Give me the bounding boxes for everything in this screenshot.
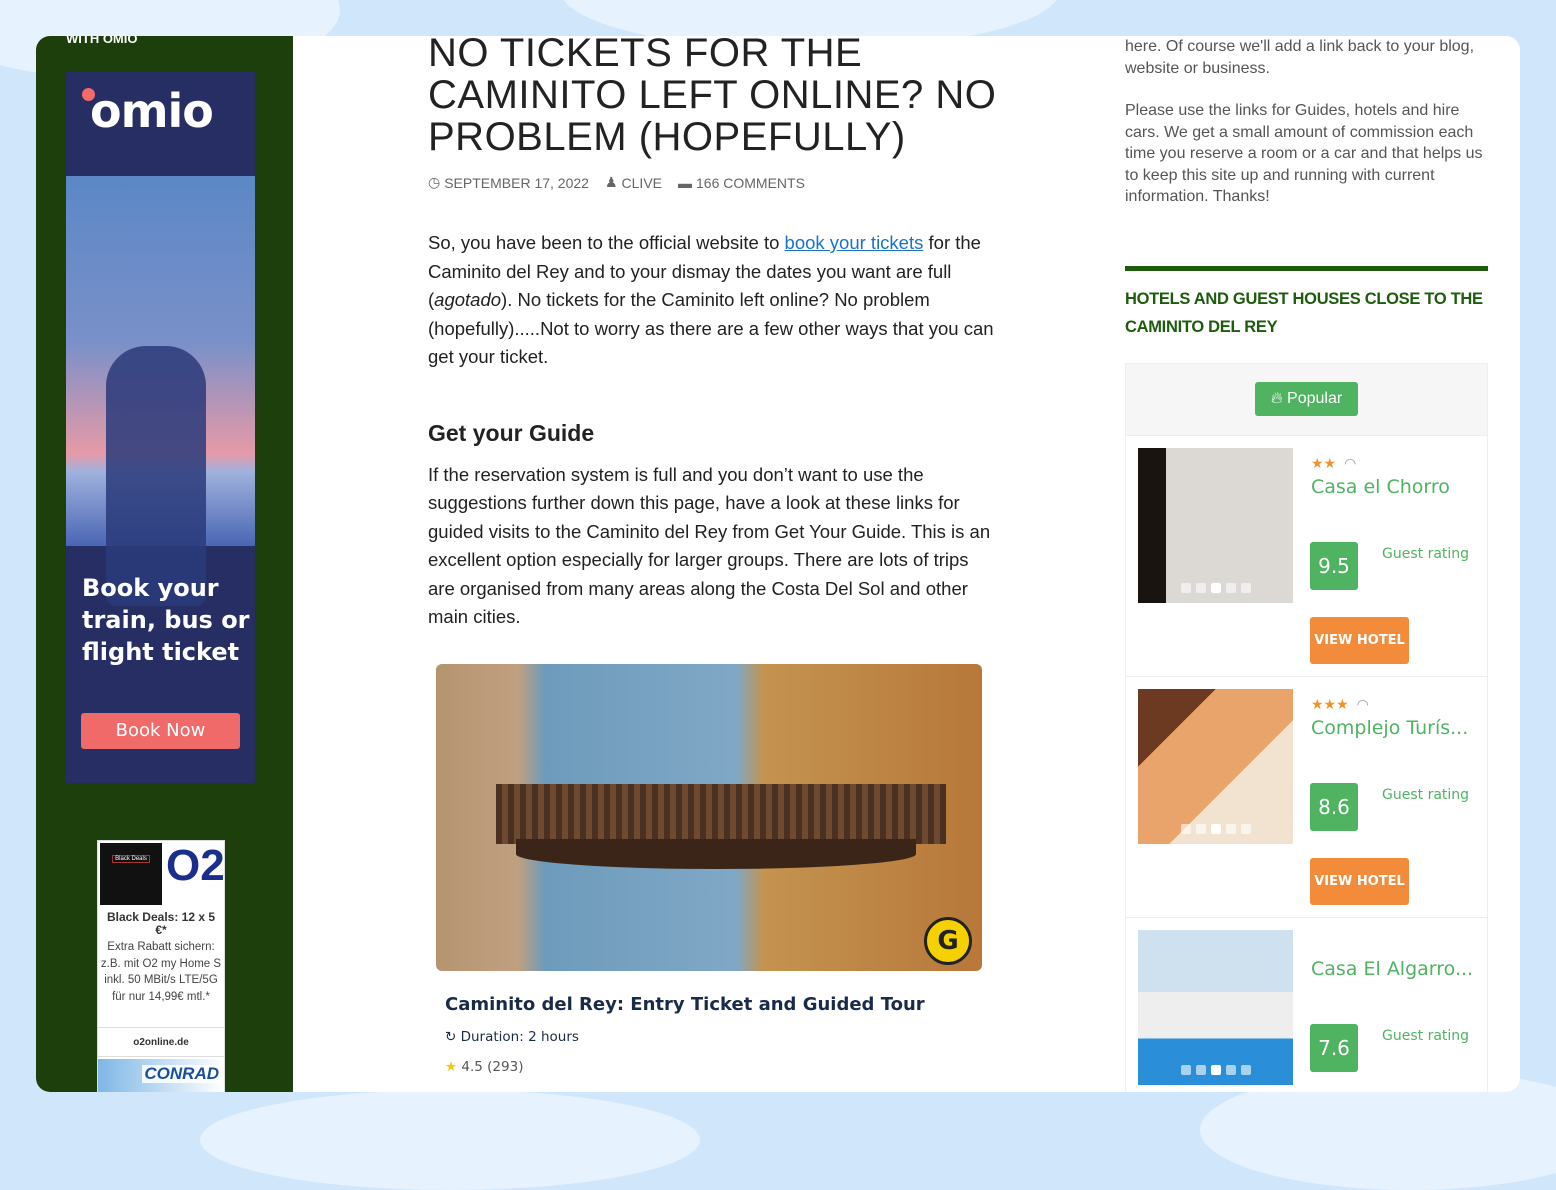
sidebar-text: Please use the links for Guides, hotels … — [1125, 102, 1483, 205]
black-deals-badge: Black Deals — [112, 855, 150, 863]
omio-ad-text: Book your train, bus or flight ticket — [82, 574, 250, 666]
guest-rating-label: Guest rating — [1382, 786, 1470, 803]
o2-ad[interactable]: Black Deals O2 Black Deals: 12 x 5 €* Ex… — [97, 840, 225, 1092]
next-ad-image[interactable]: CONRAD — [98, 1059, 224, 1092]
getyourguide-badge: G — [924, 917, 972, 965]
hotel-item: ★★★ ◠ Complejo Turís... 8.6 Guest rating … — [1126, 677, 1487, 918]
carousel-dots[interactable] — [1138, 1064, 1293, 1075]
hotel-item: Casa El Algarro... 7.6 Guest rating — [1126, 918, 1487, 1093]
left-sidebar: WITH OMIO omio Book your train, bus or f… — [36, 36, 293, 1092]
hotel-item: ★★ ◠ Casa el Chorro 9.5 Guest rating VIEW… — [1126, 436, 1487, 677]
comment-icon: ▬ — [678, 174, 692, 191]
post-comments[interactable]: 166 COMMENTS — [696, 175, 805, 191]
book-now-button[interactable]: Book Now — [81, 713, 240, 749]
wifi-icon: ◠ — [1356, 696, 1369, 713]
hotel-image[interactable] — [1138, 688, 1293, 844]
star-icon: ★ — [445, 1059, 462, 1075]
o2-logo: O2 — [166, 841, 225, 890]
post-date[interactable]: SEPTEMBER 17, 2022 — [444, 175, 589, 191]
duration-text: Duration: 2 hours — [460, 1029, 579, 1045]
flame-icon: 🔥︎ — [1270, 390, 1288, 407]
tour-image[interactable]: G — [436, 664, 982, 971]
book-tickets-link[interactable]: book your tickets — [785, 232, 924, 253]
hotel-name[interactable]: Casa El Algarro... — [1311, 958, 1473, 980]
tour-rating: ★ 4.5 (293) — [445, 1059, 523, 1075]
hotel-name[interactable]: Casa el Chorro — [1311, 476, 1450, 498]
clock-icon: ◷ — [428, 174, 441, 190]
popular-button[interactable]: 🔥︎ Popular — [1254, 382, 1359, 416]
omio-logo: omio — [90, 84, 214, 138]
hotel-image[interactable] — [1138, 447, 1293, 603]
omio-ad[interactable]: omio Book your train, bus or flight tick… — [66, 72, 255, 783]
hotel-score: 8.6 — [1310, 782, 1358, 831]
intro-text: So, you have been to the official websit… — [428, 232, 785, 253]
intro-text: ). No tickets for the Caminito left onli… — [428, 289, 994, 367]
travellers-figure — [106, 346, 206, 606]
bridge-base — [516, 839, 916, 869]
carousel-dots[interactable] — [1138, 823, 1293, 834]
article-meta: ◷ SEPTEMBER 17, 2022 ♟ CLIVE ▬ 166 COMMENTS — [428, 174, 998, 191]
ad-illustration — [66, 176, 255, 606]
sidebar-heading: WITH OMIO — [66, 36, 138, 46]
hotels-heading: HOTELS AND GUEST HOUSES CLOSE TO THE CAM… — [1125, 265, 1488, 341]
popular-label: Popular — [1287, 390, 1343, 407]
star-rating: ★★★ — [1311, 696, 1349, 713]
tour-title[interactable]: Caminito del Rey: Entry Ticket and Guide… — [445, 994, 925, 1015]
article-title: NO TICKETS FOR THE CAMINITO LEFT ONLINE?… — [428, 36, 997, 159]
carousel-dots[interactable] — [1138, 582, 1293, 593]
guide-paragraph: If the reservation system is full and yo… — [428, 463, 991, 628]
sidebar-text: here. Of course we'll add a link back to… — [1125, 38, 1475, 77]
right-sidebar: here. Of course we'll add a link back to… — [1125, 36, 1488, 1092]
duration-icon: ↻ — [445, 1029, 461, 1045]
bridge-shape — [496, 784, 946, 844]
rating-text: 4.5 (293) — [461, 1059, 524, 1075]
o2-text: Extra Rabatt sichern: z.B. mit O2 my Hom… — [100, 941, 222, 1003]
hotels-widget: 🔥︎ Popular ★★ ◠ Casa el Chorro 9.5 Guest … — [1125, 362, 1488, 1093]
guest-rating-label: Guest rating — [1382, 545, 1470, 562]
page-card: WITH OMIO omio Book your train, bus or f… — [36, 36, 1520, 1092]
tour-duration: ↻ Duration: 2 hours — [445, 1029, 579, 1045]
view-hotel-button[interactable]: VIEW HOTEL — [1310, 616, 1409, 664]
wifi-icon: ◠ — [1344, 455, 1357, 472]
star-rating: ★★ — [1311, 455, 1337, 472]
hotel-score: 7.6 — [1310, 1023, 1358, 1072]
view-hotel-button[interactable]: VIEW HOTEL — [1310, 857, 1409, 905]
article: NO TICKETS FOR THE CAMINITO LEFT ONLINE?… — [428, 36, 998, 1075]
guest-rating-label: Guest rating — [1382, 1027, 1470, 1044]
hotel-score: 9.5 — [1310, 541, 1358, 590]
user-icon: ♟ — [604, 174, 618, 190]
hotel-stars: ★★★ ◠ — [1311, 697, 1369, 713]
o2-site-link[interactable]: o2online.de — [98, 1027, 224, 1057]
hotel-image[interactable] — [1138, 929, 1293, 1085]
hotel-name[interactable]: Complejo Turís... — [1311, 717, 1468, 739]
o2-headline: Black Deals: 12 x 5 €* — [106, 910, 216, 937]
post-author[interactable]: CLIVE — [622, 175, 662, 191]
intro-emphasis: agotado — [434, 289, 502, 310]
hotel-stars: ★★ ◠ — [1311, 456, 1356, 472]
conrad-logo: CONRAD — [142, 1064, 221, 1083]
intro-paragraph: So, you have been to the official websit… — [428, 229, 998, 372]
section-heading: Get your Guide — [428, 419, 595, 446]
router-image: Black Deals — [100, 843, 162, 905]
